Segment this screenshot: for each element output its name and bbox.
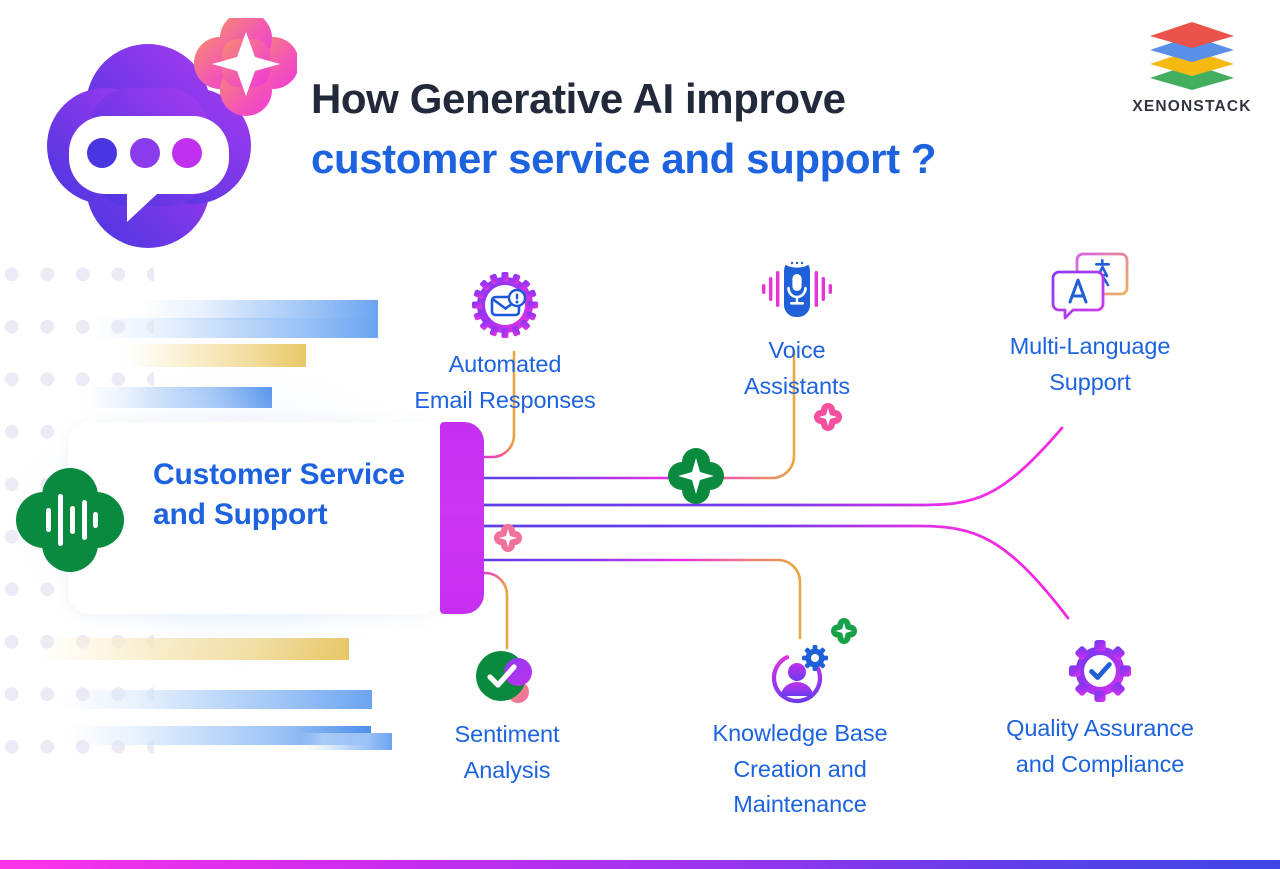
node-knowledge-base[interactable]: Knowledge Base Creation and Maintenance (675, 645, 925, 823)
title-line-2: customer service and support ? (311, 135, 937, 182)
green-check-circle-icon (476, 651, 532, 703)
center-card-title: Customer Service and Support (153, 458, 405, 532)
node-label-knowledge-base: Knowledge Base Creation and Maintenance (712, 720, 888, 818)
chatbot-speech-bubble-icon (47, 18, 297, 248)
pink-sparkle-icon-left (494, 524, 522, 552)
infographic-canvas: How Generative AI improve customer servi… (0, 0, 1280, 869)
page-title: How Generative AI improve customer servi… (311, 75, 937, 182)
green-sparkle-large-icon (668, 448, 724, 504)
node-label-automated-email-responses: Automated Email Responses (414, 351, 596, 413)
node-label-sentiment-analysis: Sentiment Analysis (454, 721, 560, 783)
bottom-accent-bar (0, 860, 1280, 869)
node-label-voice-assistants: Voice Assistants (743, 337, 851, 399)
brand-logo: XENONSTACK (1128, 18, 1256, 116)
translation-speech-bubbles-icon (1051, 252, 1129, 320)
smart-speaker-microphone-icon (762, 258, 832, 317)
title-line-1: How Generative AI improve (311, 75, 846, 122)
node-label-multi-language-support: Multi-Language Support (1009, 333, 1171, 395)
user-gear-circle-icon (771, 645, 828, 704)
green-waveform-quatrefoil-icon (16, 468, 124, 572)
pink-sparkle-icon-top (814, 403, 842, 431)
node-voice-assistants[interactable]: Voice Assistants (672, 252, 922, 404)
node-multi-language-support[interactable]: Multi-Language Support (965, 252, 1215, 400)
gear-envelope-alert-icon (472, 272, 538, 338)
green-sparkle-small-icon (831, 618, 857, 644)
brand-name: XENONSTACK (1132, 98, 1252, 115)
node-label-quality-assurance: Quality Assurance and Compliance (1006, 715, 1194, 777)
node-sentiment-analysis[interactable]: Sentiment Analysis (382, 650, 632, 788)
node-automated-email-responses[interactable]: Automated Email Responses (380, 272, 630, 418)
center-card-edge (440, 422, 484, 614)
node-quality-assurance[interactable]: Quality Assurance and Compliance (975, 640, 1225, 782)
gear-checkmark-icon (1069, 640, 1131, 702)
stacked-layers-icon (1150, 22, 1234, 90)
